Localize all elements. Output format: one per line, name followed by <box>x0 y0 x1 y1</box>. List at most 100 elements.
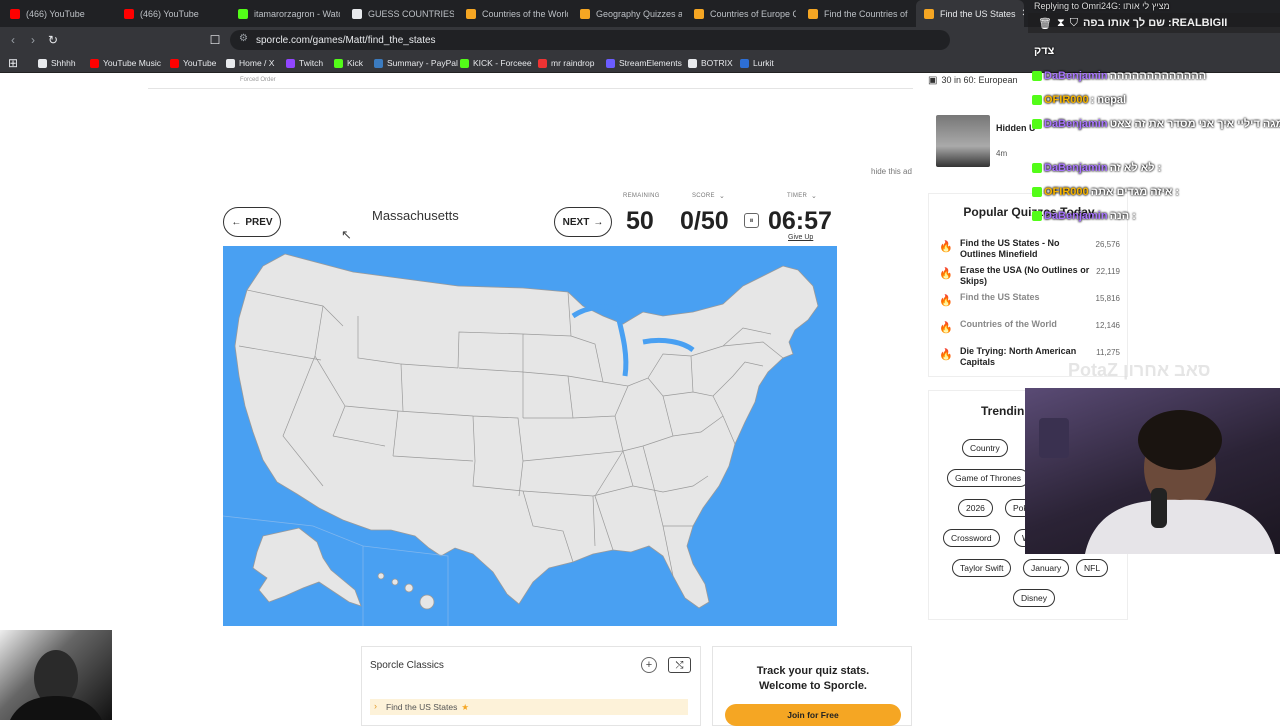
tab-label: itamarorzagron - Watc <box>254 8 340 19</box>
bookmark-11[interactable]: Lurkit <box>740 53 774 73</box>
bookmark-4[interactable]: Twitch <box>286 53 323 73</box>
kick-icon <box>238 8 248 19</box>
hawaii-state <box>377 572 435 610</box>
trash-icon[interactable]: 🗑 <box>1038 17 1052 30</box>
next-label: NEXT <box>562 216 590 228</box>
bookmark-0[interactable]: Shhhh <box>38 53 76 73</box>
sporcle-icon <box>808 8 818 19</box>
contiguous-us <box>234 253 819 609</box>
trending-tag[interactable]: January <box>1023 559 1070 577</box>
bookmark-label: mr raindrop <box>551 58 595 68</box>
kick-badge-icon <box>1032 95 1042 105</box>
next-button[interactable]: NEXT → <box>554 207 612 237</box>
youtube-music-icon <box>90 58 99 68</box>
address-bar[interactable]: ⚙ sporcle.com/games/Matt/find_the_states <box>230 30 950 50</box>
trending-tag[interactable]: Crossword <box>943 529 1000 547</box>
shield-icon[interactable]: ⛉ <box>1070 17 1078 30</box>
popular-quiz-item[interactable]: 🔥 Find the US States - No Outlines Minefi… <box>939 238 1124 262</box>
popular-quiz-name: Find the US States <box>960 292 1040 302</box>
tab-4[interactable]: Countries of the World <box>458 0 568 27</box>
site-info-icon[interactable]: ⚙ <box>239 33 248 44</box>
us-map[interactable] <box>223 246 837 626</box>
webcam-feed <box>1025 388 1280 554</box>
flame-icon: 🔥 <box>939 268 953 280</box>
classics-list-item[interactable]: › Find the US States ★ <box>370 699 688 715</box>
quiz-thumbnail <box>936 115 990 167</box>
trending-tag[interactable]: Disney <box>1013 589 1055 607</box>
tab-1[interactable]: (466) YouTube <box>116 0 226 27</box>
trending-tag[interactable]: Game of Thrones <box>947 469 1029 487</box>
kick-icon <box>460 58 469 68</box>
reload-icon[interactable]: ↻ <box>44 27 62 53</box>
classics-item-label: Find the US States <box>386 702 458 712</box>
google-icon <box>352 8 362 19</box>
chat-text: ההההההההההההה <box>1109 70 1207 82</box>
youtube-icon <box>170 58 179 68</box>
popular-quiz-count: 11,275 <box>1096 348 1120 357</box>
score-chevron-icon[interactable]: ⌄ <box>719 192 725 200</box>
timer-chevron-icon[interactable]: ⌄ <box>811 192 817 200</box>
bookmark-7[interactable]: KICK - Forceee <box>460 53 532 73</box>
popular-quiz-item[interactable]: 🔥 Erase the USA (No Outlines or Skips) 22,… <box>939 265 1124 289</box>
bookmark-2[interactable]: YouTube <box>170 53 216 73</box>
prev-label: PREV <box>245 216 273 228</box>
give-up-link[interactable]: Give Up <box>788 234 813 241</box>
kick-badge-icon <box>1032 119 1042 129</box>
pause-icon[interactable]: ⏸ <box>744 213 759 228</box>
x-icon <box>226 58 235 68</box>
tab-6[interactable]: Countries of Europe Q <box>686 0 796 27</box>
forward-icon[interactable]: › <box>24 27 42 53</box>
chat-text: איזה מגדים אתה : <box>1090 186 1180 198</box>
add-icon[interactable]: + <box>641 657 657 673</box>
trending-tag[interactable]: Country <box>962 439 1008 457</box>
kick-badge-icon <box>1032 187 1042 197</box>
join-button[interactable]: Join for Free <box>725 704 901 726</box>
trending-title: Trendin <box>981 404 1025 418</box>
bookmark-label: Kick <box>347 58 364 68</box>
url-text: sporcle.com/games/Matt/find_the_states <box>256 34 436 46</box>
tab-8[interactable]: Find the US States ✕ <box>916 0 1024 27</box>
tab-label: Countries of the World <box>482 8 568 19</box>
trending-tag[interactable]: NFL <box>1076 559 1109 577</box>
botrix-icon <box>688 58 697 68</box>
bookmark-10[interactable]: BOTRIX <box>688 53 733 73</box>
chat-overlay: Replying to Omri24G: מציץ לי אותו 🗑 ⧗ ⛉ … <box>1028 0 1280 235</box>
alaska-state <box>252 527 362 607</box>
folder-icon <box>38 58 47 68</box>
bookmark-6[interactable]: Summary - PayPal <box>374 53 458 73</box>
bookmark-5[interactable]: Kick <box>334 53 363 73</box>
shuffle-icon[interactable]: ⤭ <box>668 657 691 673</box>
arrow-left-icon: ← <box>231 216 242 228</box>
bookmark-label: StreamElements <box>619 58 682 68</box>
remaining-value: 50 <box>626 207 654 235</box>
bookmark-star-icon[interactable]: ☐ <box>206 27 224 53</box>
hide-ad-link[interactable]: hide this ad <box>871 167 912 176</box>
chat-username: OFIR000 <box>1044 186 1089 198</box>
trending-tag[interactable]: 2026 <box>958 499 993 517</box>
tab-label: (466) YouTube <box>140 8 199 19</box>
tab-3[interactable]: GUESS COUNTRIES - J <box>344 0 454 27</box>
bookmark-1[interactable]: YouTube Music <box>90 53 161 73</box>
close-tab-icon[interactable]: ✕ <box>1022 8 1024 19</box>
popular-quiz-item[interactable]: 🔥 Find the US States 15,816 <box>939 292 1124 316</box>
chat-username: DaBenjamin <box>1044 162 1108 174</box>
tab-7[interactable]: Find the Countries of <box>800 0 910 27</box>
tab-5[interactable]: Geography Quizzes an <box>572 0 682 27</box>
hourglass-icon[interactable]: ⧗ <box>1057 17 1065 30</box>
us-map-svg[interactable] <box>223 246 837 626</box>
tab-2[interactable]: itamarorzagron - Watc <box>230 0 340 27</box>
mouse-cursor-icon: ↖ <box>341 227 352 242</box>
chat-message: DaBenjamin הנה : <box>1032 210 1136 222</box>
chat-text: הנה : <box>1109 210 1136 222</box>
prev-button[interactable]: ← PREV <box>223 207 281 237</box>
trending-tag[interactable]: Taylor Swift <box>952 559 1012 577</box>
bookmark-3[interactable]: Home / X <box>226 53 274 73</box>
chevron-right-icon: › <box>374 701 377 711</box>
tab-0[interactable]: (466) YouTube <box>2 0 112 27</box>
popular-quiz-item[interactable]: 🔥 Countries of the World 12,146 <box>939 319 1124 343</box>
popular-quiz-name: Erase the USA (No Outlines or Skips) <box>960 265 1090 286</box>
bookmark-8[interactable]: mr raindrop <box>538 53 594 73</box>
bookmark-9[interactable]: StreamElements <box>606 53 682 73</box>
chat-name-header: צדק <box>1034 45 1055 57</box>
kick-icon <box>334 58 343 68</box>
